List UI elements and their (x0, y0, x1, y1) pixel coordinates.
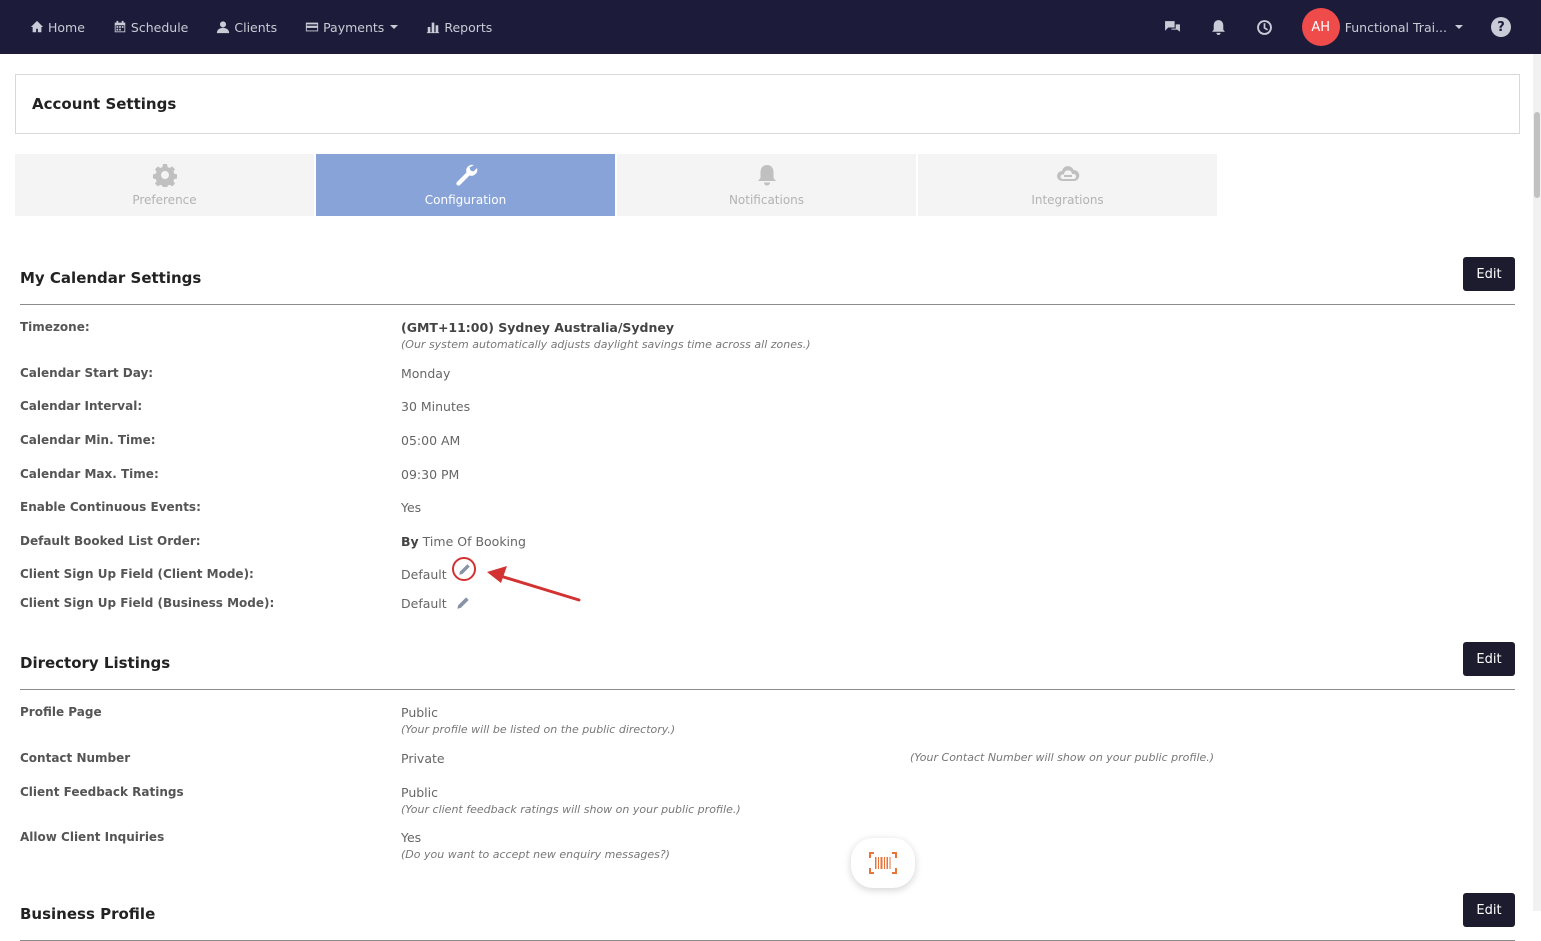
directory-listings-title: Directory Listings (20, 654, 171, 672)
timezone-label: Timezone: (20, 320, 90, 334)
client-inquiries-label: Allow Client Inquiries (20, 830, 165, 844)
top-navbar: Home Schedule Clients Payments Reports A… (0, 0, 1541, 54)
credit-card-icon (305, 22, 319, 32)
feedback-ratings-note: (Your client feedback ratings will show … (401, 803, 741, 816)
page-header: Account Settings (15, 74, 1520, 134)
continuous-events-label: Enable Continuous Events: (20, 500, 201, 514)
nav-schedule-label: Schedule (130, 19, 189, 35)
profile-page-label: Profile Page (20, 705, 102, 719)
user-icon (217, 21, 230, 34)
client-inquiries-note: (Do you want to accept new enquiry messa… (401, 848, 670, 861)
nav-reports-label: Reports (444, 19, 493, 35)
min-time-label: Calendar Min. Time: (20, 433, 156, 447)
nav-clients[interactable]: Clients (202, 0, 291, 54)
cloud-link-icon (1056, 166, 1079, 181)
booked-order-text: Time Of Booking (422, 534, 526, 549)
start-day-value: Monday (401, 366, 451, 381)
tab-preference-label: Preference (132, 193, 197, 207)
tab-configuration[interactable]: Configuration (316, 154, 615, 216)
scroll-thumb[interactable] (1534, 112, 1540, 198)
timezone-value-text: (GMT+11:00) Sydney Australia/Sydney (401, 320, 675, 335)
directory-listings-header: Directory Listings Edit (20, 642, 1515, 690)
nav-home[interactable]: Home (0, 0, 99, 54)
nav-payments-label: Payments (323, 19, 385, 35)
calendar-settings-title: My Calendar Settings (20, 269, 202, 287)
tab-integrations-label: Integrations (1031, 193, 1104, 207)
wrench-icon (455, 164, 477, 186)
calendar-settings-header: My Calendar Settings Edit (20, 257, 1515, 305)
booked-order-prefix: By (401, 534, 419, 549)
tab-integrations[interactable]: Integrations (918, 154, 1217, 216)
chevron-down-icon (390, 25, 399, 29)
home-icon (30, 20, 44, 33)
tab-notifications[interactable]: Notifications (617, 154, 916, 216)
signup-client-label: Client Sign Up Field (Client Mode): (20, 567, 254, 581)
max-time-value: 09:30 PM (401, 467, 460, 482)
nav-schedule[interactable]: Schedule (99, 0, 202, 54)
page-title: Account Settings (32, 95, 177, 113)
avatar[interactable]: AH (1301, 8, 1340, 46)
clock-icon[interactable] (1242, 0, 1288, 54)
nav-right-group: AH Functional Trai... ? (1150, 0, 1541, 54)
user-name-label: Functional Trai... (1344, 19, 1447, 35)
start-day-label: Calendar Start Day: (20, 366, 154, 380)
nav-payments[interactable]: Payments (291, 0, 412, 54)
interval-label: Calendar Interval: (20, 399, 143, 413)
booked-order-value: By Time Of Booking (401, 534, 526, 549)
user-menu[interactable]: Functional Trai... (1345, 20, 1463, 35)
booked-order-label: Default Booked List Order: (20, 534, 201, 548)
business-profile-title: Business Profile (20, 905, 156, 923)
max-time-label: Calendar Max. Time: (20, 467, 159, 481)
annotation-arrow-icon (487, 566, 581, 602)
avatar-initials: AH (1311, 19, 1331, 35)
chat-icon[interactable] (1150, 0, 1196, 54)
feedback-ratings-value: Public (401, 785, 438, 800)
contact-number-note: (Your Contact Number will show on your p… (910, 751, 1215, 764)
calendar-edit-button[interactable]: Edit (1463, 257, 1515, 291)
contact-number-value: Private (401, 751, 445, 766)
contact-number-label: Contact Number (20, 751, 131, 765)
bell-icon[interactable] (1196, 0, 1242, 54)
timezone-value: (GMT+11:00) Sydney Australia/Sydney (401, 320, 674, 335)
nav-reports[interactable]: Reports (412, 0, 506, 54)
bar-chart-icon (427, 22, 440, 34)
signup-business-value: Default (401, 596, 447, 611)
business-edit-button[interactable]: Edit (1463, 893, 1515, 927)
signup-business-edit-button[interactable] (456, 595, 472, 611)
continuous-events-value: Yes (401, 500, 422, 515)
settings-tabs: Preference Configuration Notifications I… (15, 154, 1217, 216)
barcode-icon (869, 852, 897, 874)
calendar-icon (114, 20, 126, 33)
signup-client-value: Default (401, 567, 447, 582)
directory-edit-button[interactable]: Edit (1463, 642, 1515, 676)
tab-preference[interactable]: Preference (15, 154, 314, 216)
interval-value: 30 Minutes (401, 399, 471, 414)
gear-icon (152, 164, 177, 187)
pencil-icon (458, 563, 470, 575)
pencil-icon (457, 597, 469, 609)
business-profile-header: Business Profile Edit (20, 893, 1515, 941)
help-icon[interactable]: ? (1491, 17, 1511, 37)
page-scrollbar[interactable] (1533, 54, 1541, 911)
feedback-ratings-label: Client Feedback Ratings (20, 785, 184, 799)
client-inquiries-value: Yes (401, 830, 422, 845)
signup-business-label: Client Sign Up Field (Business Mode): (20, 596, 275, 610)
profile-page-value: Public (401, 705, 438, 720)
nav-home-label: Home (48, 19, 85, 35)
bell-icon (757, 165, 776, 186)
tab-configuration-label: Configuration (424, 193, 507, 207)
signup-client-edit-button[interactable] (452, 557, 476, 581)
profile-page-note: (Your profile will be listed on the publ… (401, 723, 676, 736)
min-time-value: 05:00 AM (401, 433, 461, 448)
barcode-scan-button[interactable] (851, 838, 915, 888)
timezone-note: (Our system automatically adjusts daylig… (401, 338, 811, 351)
nav-clients-label: Clients (234, 19, 278, 35)
chevron-down-icon (1455, 25, 1463, 29)
tab-notifications-label: Notifications (728, 193, 805, 207)
